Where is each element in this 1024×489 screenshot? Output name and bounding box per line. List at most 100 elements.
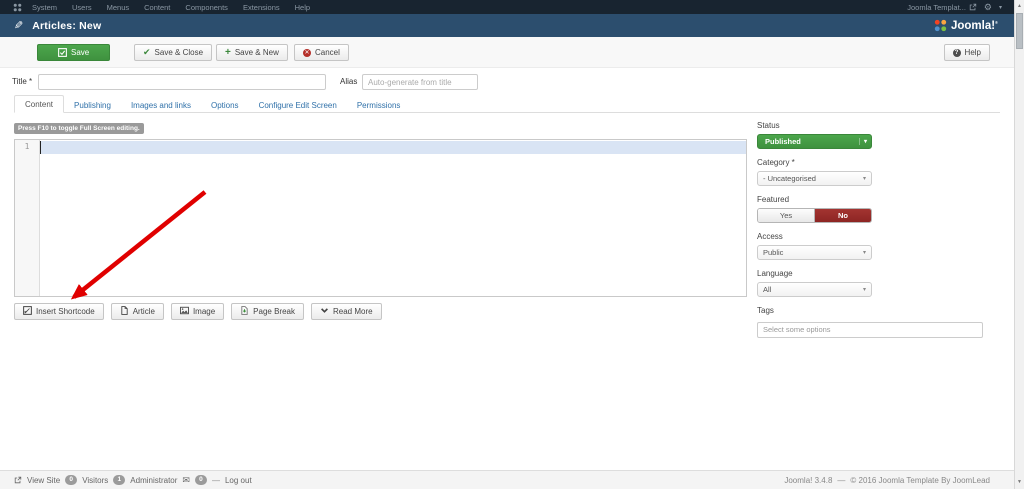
editor-text-area[interactable] <box>40 140 746 296</box>
featured-yes-button[interactable]: Yes <box>758 209 815 222</box>
featured-toggle: Yes No <box>757 208 872 223</box>
caret-down-icon: ▾ <box>862 176 866 182</box>
category-value: - Uncategorised <box>763 174 816 183</box>
page-title: Articles: New <box>32 19 102 32</box>
caret-down-icon: ▾ <box>862 287 866 293</box>
view-site-icon <box>14 476 22 484</box>
menu-item-users[interactable]: Users <box>72 3 92 12</box>
help-button[interactable]: ? Help <box>943 44 990 61</box>
cancel-label: Cancel <box>315 48 340 57</box>
help-label: Help <box>964 48 981 57</box>
article-settings-sidebar: Status Published ▾ Category * - Uncatego… <box>757 121 985 338</box>
admin-count-badge: 1 <box>113 475 126 485</box>
cancel-button[interactable]: ✕ Cancel <box>294 44 349 61</box>
page-header: ✎ Articles: New Joomla!® <box>0 14 1014 37</box>
pencil-icon: ✎ <box>14 20 24 32</box>
menu-item-components[interactable]: Components <box>185 3 228 12</box>
tab-publishing[interactable]: Publishing <box>64 97 121 113</box>
caret-down-icon[interactable]: ▾ <box>999 4 1002 11</box>
scroll-down-icon[interactable]: ▼ <box>1015 476 1024 488</box>
access-label: Access <box>757 232 783 241</box>
fullscreen-hint-badge: Press F10 to toggle Full Screen editing. <box>14 123 144 134</box>
plus-icon: + <box>225 47 231 58</box>
page-break-button[interactable]: Page Break <box>231 303 304 320</box>
divider-dash: — <box>211 475 220 485</box>
scrollbar-thumb[interactable] <box>1016 13 1023 49</box>
readmore-icon <box>320 306 329 317</box>
title-input[interactable] <box>38 74 326 90</box>
menu-item-content[interactable]: Content <box>144 3 170 12</box>
joomla-logo-icon <box>934 19 947 32</box>
external-link-icon <box>969 3 977 11</box>
tab-permissions[interactable]: Permissions <box>347 97 411 113</box>
editor-gutter: 1 <box>15 140 40 296</box>
image-label: Image <box>192 307 216 316</box>
joomla-logo-mark: ® <box>995 19 998 25</box>
check-icon: ✔ <box>143 47 151 57</box>
insert-shortcode-button[interactable]: Insert Shortcode <box>14 303 104 320</box>
admin-menu-items: System Users Menus Content Components Extensi… <box>32 3 325 12</box>
save-new-button[interactable]: + Save & New <box>216 44 288 61</box>
editor-active-line <box>40 141 746 154</box>
save-button[interactable]: Save <box>37 44 111 61</box>
gear-icon[interactable]: ⚙ <box>984 2 992 12</box>
joomla-logo-text: Joomla! <box>950 19 996 32</box>
scroll-up-icon[interactable]: ▲ <box>1015 0 1024 12</box>
insert-shortcode-label: Insert Shortcode <box>36 307 95 316</box>
cancel-icon: ✕ <box>303 48 311 57</box>
shortcode-icon <box>23 306 32 317</box>
tab-content[interactable]: Content <box>14 95 65 113</box>
messages-count-badge: 0 <box>194 475 207 485</box>
tags-input[interactable] <box>757 321 983 338</box>
save-new-label: Save & New <box>234 48 279 57</box>
title-label: Title * <box>12 77 33 86</box>
menu-item-system[interactable]: System <box>32 3 57 12</box>
page-break-label: Page Break <box>253 307 295 316</box>
access-value: Public <box>763 248 784 257</box>
article-icon <box>120 306 129 317</box>
category-select[interactable]: - Uncategorised ▾ <box>757 171 872 186</box>
alias-label: Alias <box>340 77 358 86</box>
logout-link[interactable]: Log out <box>225 476 252 485</box>
featured-label: Featured <box>757 195 790 204</box>
template-preview-link[interactable]: Joomla Templat... <box>907 3 977 12</box>
read-more-label: Read More <box>332 307 373 316</box>
caret-down-icon: ▾ <box>862 250 866 256</box>
read-more-button[interactable]: Read More <box>310 303 382 320</box>
tags-label: Tags <box>757 306 774 315</box>
save-close-label: Save & Close <box>154 48 204 57</box>
visitors-count-badge: 0 <box>65 475 78 485</box>
language-label: Language <box>757 269 793 278</box>
menu-item-help[interactable]: Help <box>295 3 310 12</box>
status-dropdown[interactable]: Published ▾ <box>757 134 872 149</box>
separator: — <box>837 475 846 485</box>
help-icon: ? <box>952 48 961 57</box>
admin-status-bar: View Site 0 Visitors 1 Administrator ✉ 0… <box>0 470 1014 489</box>
vertical-scrollbar[interactable]: ▲ ▼ <box>1014 0 1024 489</box>
tab-configure-edit-screen[interactable]: Configure Edit Screen <box>249 97 347 113</box>
title-alias-row: Title * Alias <box>0 72 1014 92</box>
code-editor[interactable]: 1 <box>14 139 747 297</box>
menu-item-menus[interactable]: Menus <box>107 3 130 12</box>
image-icon <box>180 306 189 317</box>
line-number: 1 <box>24 142 30 151</box>
menu-item-extensions[interactable]: Extensions <box>243 3 280 12</box>
template-link-label: Joomla Templat... <box>907 2 966 12</box>
view-site-link[interactable]: View Site <box>27 476 60 485</box>
tab-images-and-links[interactable]: Images and links <box>121 97 201 113</box>
image-button[interactable]: Image <box>170 303 225 320</box>
featured-no-button[interactable]: No <box>815 209 871 222</box>
joomla-admin-page: System Users Menus Content Components Extensi… <box>0 0 1024 489</box>
check-square-icon <box>58 48 67 57</box>
tab-options[interactable]: Options <box>201 97 249 113</box>
article-button[interactable]: Article <box>110 303 164 320</box>
copyright-text: © 2016 Joomla Template By JoomLead <box>850 475 990 485</box>
language-select[interactable]: All ▾ <box>757 282 872 297</box>
joomla-icon <box>13 3 22 12</box>
save-close-button[interactable]: ✔ Save & Close <box>134 44 213 61</box>
administrator-label: Administrator <box>130 475 178 485</box>
access-select[interactable]: Public ▾ <box>757 245 872 260</box>
alias-input[interactable] <box>362 74 478 90</box>
tab-bar: Content Publishing Images and links Options… <box>14 95 1000 113</box>
joomla-logo: Joomla!® <box>934 19 998 32</box>
